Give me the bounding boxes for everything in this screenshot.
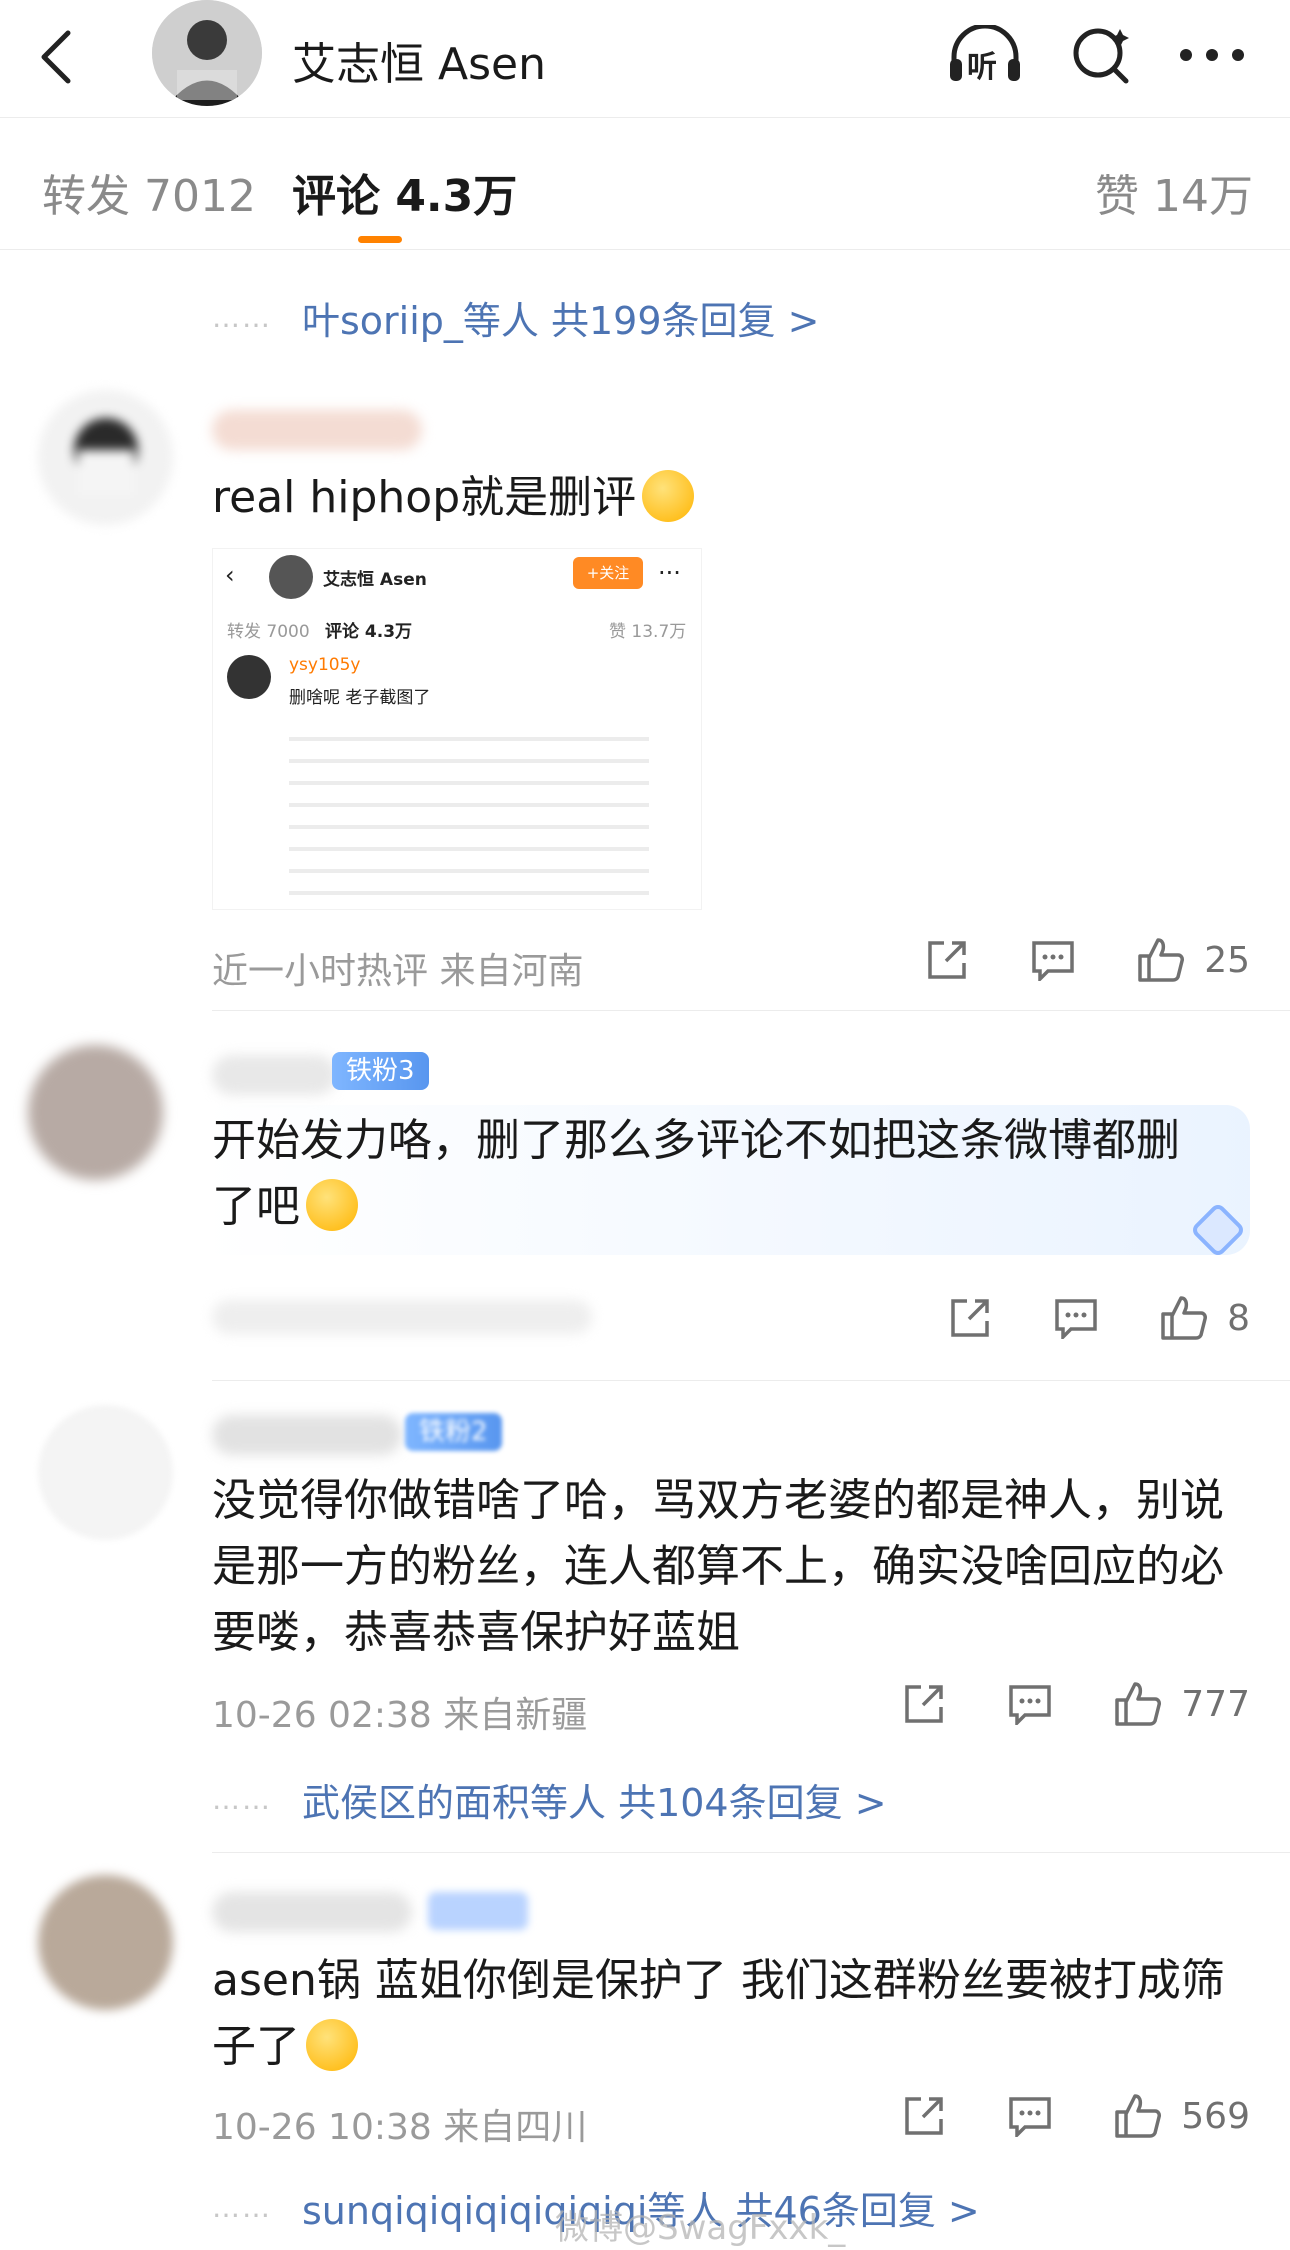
listen-button[interactable]: 听 <box>945 20 1025 90</box>
crying-face-emoji <box>642 470 695 522</box>
search-button[interactable] <box>1062 20 1142 90</box>
comment-text: real hiphop就是删评 <box>212 465 1252 531</box>
reply-dots: …… <box>212 301 272 334</box>
sweat-face-emoji <box>306 1179 358 1231</box>
thumb-comment-avatar <box>227 655 271 699</box>
search-icon <box>1073 28 1129 84</box>
author-avatar[interactable] <box>152 0 262 106</box>
like-count: 777 <box>1181 1683 1250 1725</box>
comment-actions: 569 <box>841 2092 1250 2140</box>
like-button[interactable]: 25 <box>1136 936 1250 984</box>
fan-badge-blurred <box>428 1892 528 1930</box>
comment-text: 没觉得你做错啥了哈，骂双方老婆的都是神人，别说是那一方的粉丝，连人都算不上，确实… <box>212 1475 1224 1658</box>
thumb-avatar <box>269 555 313 599</box>
avatar[interactable] <box>28 1045 163 1180</box>
username-blurred[interactable] <box>212 1055 337 1095</box>
avatar[interactable] <box>38 390 173 525</box>
thumbs-up-icon <box>1138 938 1185 982</box>
back-button[interactable] <box>30 22 80 92</box>
thumb-title: 艾志恒 Asen <box>323 570 427 590</box>
like-count: 569 <box>1181 2095 1250 2137</box>
thumbs-up-icon <box>1161 1296 1208 1340</box>
share-button[interactable] <box>901 2093 947 2139</box>
comment-image[interactable]: ‹ 艾志恒 Asen +关注 ··· 转发 7000 评论 4.3万 赞 13.… <box>212 548 702 910</box>
thumb-nested-screenshot <box>289 719 649 905</box>
reply-summary-text: 叶soriip_等人 共199条回复 > <box>302 299 820 343</box>
thumbs-up-icon <box>1115 2094 1162 2138</box>
thumb-user: ysy105y <box>289 655 361 675</box>
share-icon <box>905 1685 944 1723</box>
thumb-more-icon: ··· <box>658 559 681 587</box>
comment-text-body: asen锅 蓝姐你倒是保护了 我们这群粉丝要被打成筛子了 <box>212 1955 1225 2072</box>
reply-summary-link[interactable]: …… 叶soriip_等人 共199条回复 > <box>212 290 819 345</box>
thumb-comments: 评论 4.3万 <box>325 622 413 642</box>
share-icon <box>951 1299 989 1337</box>
comment-icon <box>1009 2097 1052 2137</box>
username-blurred[interactable] <box>212 410 422 450</box>
thumb-back-icon: ‹ <box>225 561 235 589</box>
comment-text-body: 开始发力咯，删了那么多评论不如把这条微博都删了吧 <box>212 1115 1180 1232</box>
watermark: 微博@SwagFxxk_ <box>555 2208 846 2248</box>
comment-text-body: real hiphop就是删评 <box>212 472 637 523</box>
share-button[interactable] <box>947 1295 993 1341</box>
like-count: 8 <box>1227 1297 1250 1339</box>
thumb-follow-button: +关注 <box>573 557 643 589</box>
comment-meta: 10-26 02:38 来自新疆 <box>212 1695 588 1736</box>
fan-badge: 铁粉3 <box>332 1052 429 1090</box>
more-icon <box>1180 49 1244 61</box>
like-count: 25 <box>1204 939 1250 981</box>
thumb-repost: 转发 7000 <box>227 622 310 642</box>
username-blurred[interactable] <box>212 1892 412 1932</box>
reply-button[interactable] <box>1053 1297 1099 1339</box>
like-button[interactable]: 8 <box>1159 1294 1250 1342</box>
tab-repost[interactable]: 转发 7012 <box>42 160 256 224</box>
comment-meta: 近一小时热评 来自河南 <box>212 951 584 992</box>
share-icon <box>905 2097 944 2135</box>
reply-dots: …… <box>212 1783 272 1816</box>
comment-actions: 25 <box>864 936 1250 984</box>
reply-summary-link[interactable]: …… 武侯区的面积等人 共104条回复 > <box>212 1772 887 1827</box>
listen-label: 听 <box>967 50 997 85</box>
reply-summary-text: 武侯区的面积等人 共104条回复 > <box>302 1781 887 1825</box>
thumb-line: 删啥呢 老子截图了 <box>289 688 431 708</box>
comment-icon <box>1009 1685 1052 1725</box>
comment-meta-blurred <box>212 1300 592 1334</box>
top-bar: 艾志恒 Asen 听 <box>0 0 1290 118</box>
avatar[interactable] <box>38 1405 173 1540</box>
like-button[interactable]: 569 <box>1113 2092 1250 2140</box>
comment-text: asen锅 蓝姐你倒是保护了 我们这群粉丝要被打成筛子了 <box>212 1948 1252 2080</box>
comment-icon <box>1055 1299 1097 1339</box>
share-button[interactable] <box>924 937 970 983</box>
comment-divider <box>212 1852 1290 1853</box>
active-tab-indicator <box>358 236 402 243</box>
comment-actions: 8 <box>887 1294 1250 1342</box>
share-icon <box>928 941 966 979</box>
comment-divider <box>212 1010 1290 1011</box>
comment-meta: 10-26 10:38 来自四川 <box>212 2107 588 2148</box>
reply-button[interactable] <box>1007 2095 1053 2137</box>
crying-face-emoji <box>306 2019 358 2071</box>
share-button[interactable] <box>901 1681 947 1727</box>
reply-button[interactable] <box>1007 1683 1053 1725</box>
thumbs-up-icon <box>1115 1682 1162 1726</box>
comment-actions: 777 <box>841 1680 1250 1728</box>
thumb-likes: 赞 13.7万 <box>609 622 687 642</box>
like-button[interactable]: 777 <box>1113 1680 1250 1728</box>
reply-button[interactable] <box>1030 939 1076 981</box>
comment-text: 开始发力咯，删了那么多评论不如把这条微博都删了吧 <box>212 1108 1212 1240</box>
avatar[interactable] <box>38 1875 173 2010</box>
comment-divider <box>212 1380 1290 1381</box>
reply-dots: …… <box>212 2191 272 2224</box>
more-button[interactable] <box>1172 20 1252 90</box>
tab-likes[interactable]: 赞 14万 <box>1095 160 1253 224</box>
tab-bar: 转发 7012 评论 4.3万 赞 14万 <box>0 118 1290 250</box>
tab-comments[interactable]: 评论 4.3万 <box>292 160 517 224</box>
comment-icon <box>1032 941 1074 981</box>
author-name[interactable]: 艾志恒 Asen <box>292 28 546 92</box>
username-blurred[interactable] <box>212 1415 402 1455</box>
back-icon <box>41 30 71 84</box>
fan-badge: 铁粉2 <box>405 1413 502 1451</box>
